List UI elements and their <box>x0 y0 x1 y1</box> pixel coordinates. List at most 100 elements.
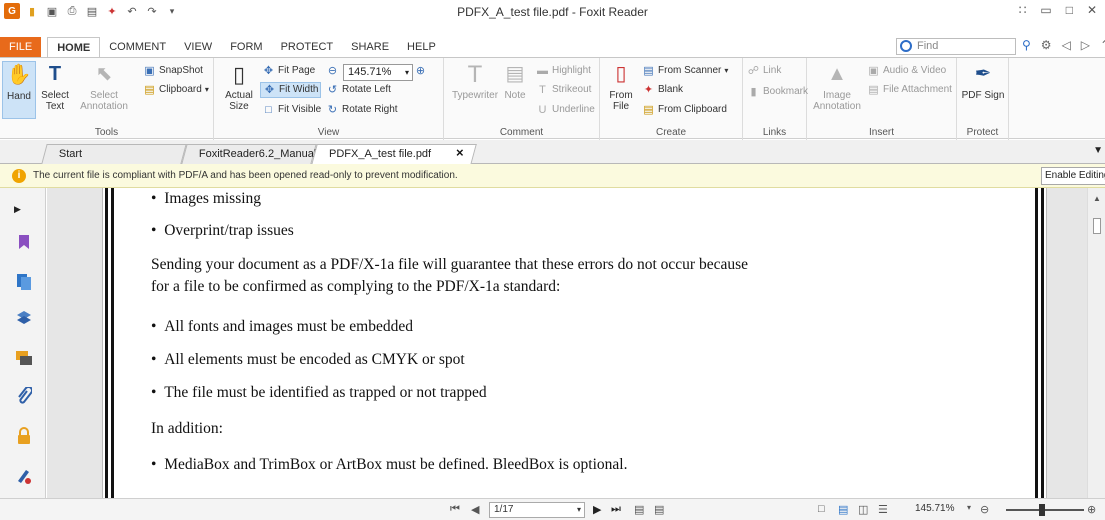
tab-home[interactable]: HOME <box>47 37 101 57</box>
zoom-in-icon: ⊕ <box>415 65 426 77</box>
blank-button[interactable]: ✦ Blank <box>642 82 683 98</box>
fit-width-button[interactable]: ✥ Fit Width <box>260 82 322 98</box>
highlight-button[interactable]: ▬ Highlight <box>536 63 591 79</box>
bookmark-panel-icon[interactable] <box>14 232 34 252</box>
attachments-panel-icon[interactable] <box>14 386 34 406</box>
previous-view-icon[interactable]: ▤ <box>634 503 644 516</box>
from-scanner-button[interactable]: ▤ From Scanner ▾ <box>642 63 728 79</box>
typewriter-button[interactable]: T Typewriter <box>450 61 500 101</box>
image-icon: ▲ <box>827 62 847 85</box>
zoom-dropdown-icon[interactable]: ▾ <box>967 503 971 512</box>
fit-page-button[interactable]: ✥ Fit Page <box>262 63 315 79</box>
ribbon-extra-controls: ⚲ ⚙ ◁ ▷ ⌃ <box>1022 38 1105 52</box>
settings-icon[interactable]: ⚙ <box>1041 38 1052 52</box>
strikeout-button[interactable]: T Strikeout <box>536 82 591 98</box>
zoom-level-select[interactable]: 145.71% ▾ <box>343 64 413 81</box>
select-text-button[interactable]: T Select Text <box>38 61 72 113</box>
zoom-out-button[interactable]: ⊖ <box>326 63 339 79</box>
clipboard-button[interactable]: ▤ Clipboard ▾ <box>143 82 209 98</box>
tab-comment[interactable]: COMMENT <box>100 37 175 57</box>
back-icon[interactable]: ◁ <box>1062 38 1071 52</box>
zoom-in-button[interactable]: ⊕ <box>414 63 427 79</box>
scroll-thumb[interactable] <box>1093 218 1101 234</box>
pdf-page[interactable]: • Images missing • Overprint/trap issues… <box>102 188 1047 498</box>
note-icon: ▤ <box>505 62 525 85</box>
rotate-left-button[interactable]: ↺ Rotate Left <box>326 82 391 98</box>
page-border-right-inner <box>1041 188 1044 498</box>
clipboard-icon: ▤ <box>643 104 654 116</box>
tab-list-arrow-icon[interactable]: ▼ <box>1093 145 1103 156</box>
next-page-icon[interactable]: ▶ <box>593 503 601 516</box>
fit-width-icon: ✥ <box>264 84 275 96</box>
close-tab-icon[interactable]: × <box>456 145 464 160</box>
from-file-button[interactable]: ▯ From File <box>604 61 638 113</box>
hand-button[interactable]: ✋ Hand <box>2 61 36 119</box>
document-view[interactable]: • Images missing • Overprint/trap issues… <box>47 188 1087 498</box>
tab-help[interactable]: HELP <box>398 37 445 57</box>
create-group-label: Create <box>655 127 686 138</box>
tab-file[interactable]: FILE <box>0 37 42 57</box>
comments-panel-icon[interactable] <box>14 348 34 368</box>
zoom-in-icon[interactable]: ⊕ <box>1087 503 1096 516</box>
navigation-panel: ▶ <box>0 188 46 498</box>
doc-tab-start[interactable]: Start <box>41 144 187 164</box>
find-input[interactable]: Find <box>896 38 1016 55</box>
protect-group: ✒ PDF Sign Protect <box>957 58 1009 140</box>
zoom-percentage[interactable]: 145.71% <box>915 503 954 514</box>
enable-editing-button[interactable]: Enable Editing <box>1041 167 1105 185</box>
file-attachment-button[interactable]: ▤ File Attachment <box>867 82 952 98</box>
maximize-icon[interactable]: □ <box>1066 3 1073 17</box>
tab-view[interactable]: VIEW <box>175 37 221 57</box>
zoom-slider[interactable] <box>1006 509 1084 511</box>
signatures-panel-icon[interactable] <box>14 466 34 486</box>
image-annotation-button[interactable]: ▲ Image Annotation <box>813 61 861 113</box>
next-view-icon[interactable]: ▤ <box>654 503 664 516</box>
dropdown-arrow-icon: ▾ <box>724 66 729 75</box>
tab-share[interactable]: SHARE <box>342 37 398 57</box>
dropdown-arrow-icon: ▾ <box>576 505 581 514</box>
minimize-icon[interactable]: ▭ <box>1040 3 1051 17</box>
continuous-page-icon[interactable]: ▤ <box>838 503 848 516</box>
forward-icon[interactable]: ▷ <box>1081 38 1090 52</box>
actual-size-button[interactable]: ▯ Actual Size <box>220 61 258 112</box>
last-page-icon[interactable]: ⏭ <box>611 503 621 516</box>
page-number-input[interactable]: 1/17 ▾ <box>489 502 585 518</box>
tab-form[interactable]: FORM <box>221 37 271 57</box>
link-button[interactable]: ☍ Link <box>747 63 781 79</box>
first-page-icon[interactable]: ⏮ <box>450 503 460 516</box>
ribbon: ✋ Hand T Select Text ⬉ Select Annotation… <box>0 57 1105 140</box>
underline-button[interactable]: U Underline <box>536 102 595 118</box>
pdf-sign-button[interactable]: ✒ PDF Sign <box>961 61 1005 102</box>
doc-tab-foxit-manual[interactable]: FoxitReader6.2_Manual... <box>181 144 325 164</box>
layers-panel-icon[interactable] <box>14 308 34 328</box>
collapse-ribbon-icon[interactable]: ⌃ <box>1100 38 1105 52</box>
single-page-icon[interactable]: □ <box>818 503 825 515</box>
snapshot-button[interactable]: ▣ SnapShot <box>143 63 203 79</box>
expand-panel-icon[interactable]: ▶ <box>14 204 21 215</box>
rotate-right-button[interactable]: ↻ Rotate Right <box>326 102 398 118</box>
fit-visible-button[interactable]: □ Fit Visible <box>262 102 321 118</box>
find-options-icon[interactable] <box>900 40 912 52</box>
security-panel-icon[interactable] <box>14 426 34 446</box>
select-annotation-button[interactable]: ⬉ Select Annotation <box>76 61 132 113</box>
bookmark-button[interactable]: ▮ Bookmark <box>747 84 808 100</box>
search-icon[interactable]: ⚲ <box>1022 38 1031 52</box>
typewriter-icon: T <box>467 60 483 88</box>
facing-page-icon[interactable]: ◫ <box>858 503 868 516</box>
continuous-facing-icon[interactable]: ☰ <box>878 503 888 516</box>
scroll-up-icon[interactable]: ▲ <box>1093 194 1101 203</box>
from-clipboard-button[interactable]: ▤ From Clipboard <box>642 102 727 118</box>
zoom-out-icon: ⊖ <box>327 65 338 77</box>
vertical-scrollbar[interactable]: ▲ <box>1087 188 1105 498</box>
note-button[interactable]: ▤ Note <box>498 61 532 102</box>
zoom-slider-handle[interactable] <box>1039 504 1045 516</box>
find-placeholder: Find <box>917 40 939 52</box>
tab-protect[interactable]: PROTECT <box>272 37 343 57</box>
previous-page-icon[interactable]: ◀ <box>471 503 479 516</box>
pages-panel-icon[interactable] <box>14 272 34 292</box>
ribbon-display-icon[interactable]: ∷ <box>1019 3 1027 17</box>
close-icon[interactable]: ✕ <box>1087 3 1097 17</box>
audio-video-button[interactable]: ▣ Audio & Video <box>867 63 946 79</box>
zoom-out-icon[interactable]: ⊖ <box>980 503 989 516</box>
doc-tab-pdfx-test[interactable]: PDFX_A_test file.pdf <box>311 144 477 165</box>
